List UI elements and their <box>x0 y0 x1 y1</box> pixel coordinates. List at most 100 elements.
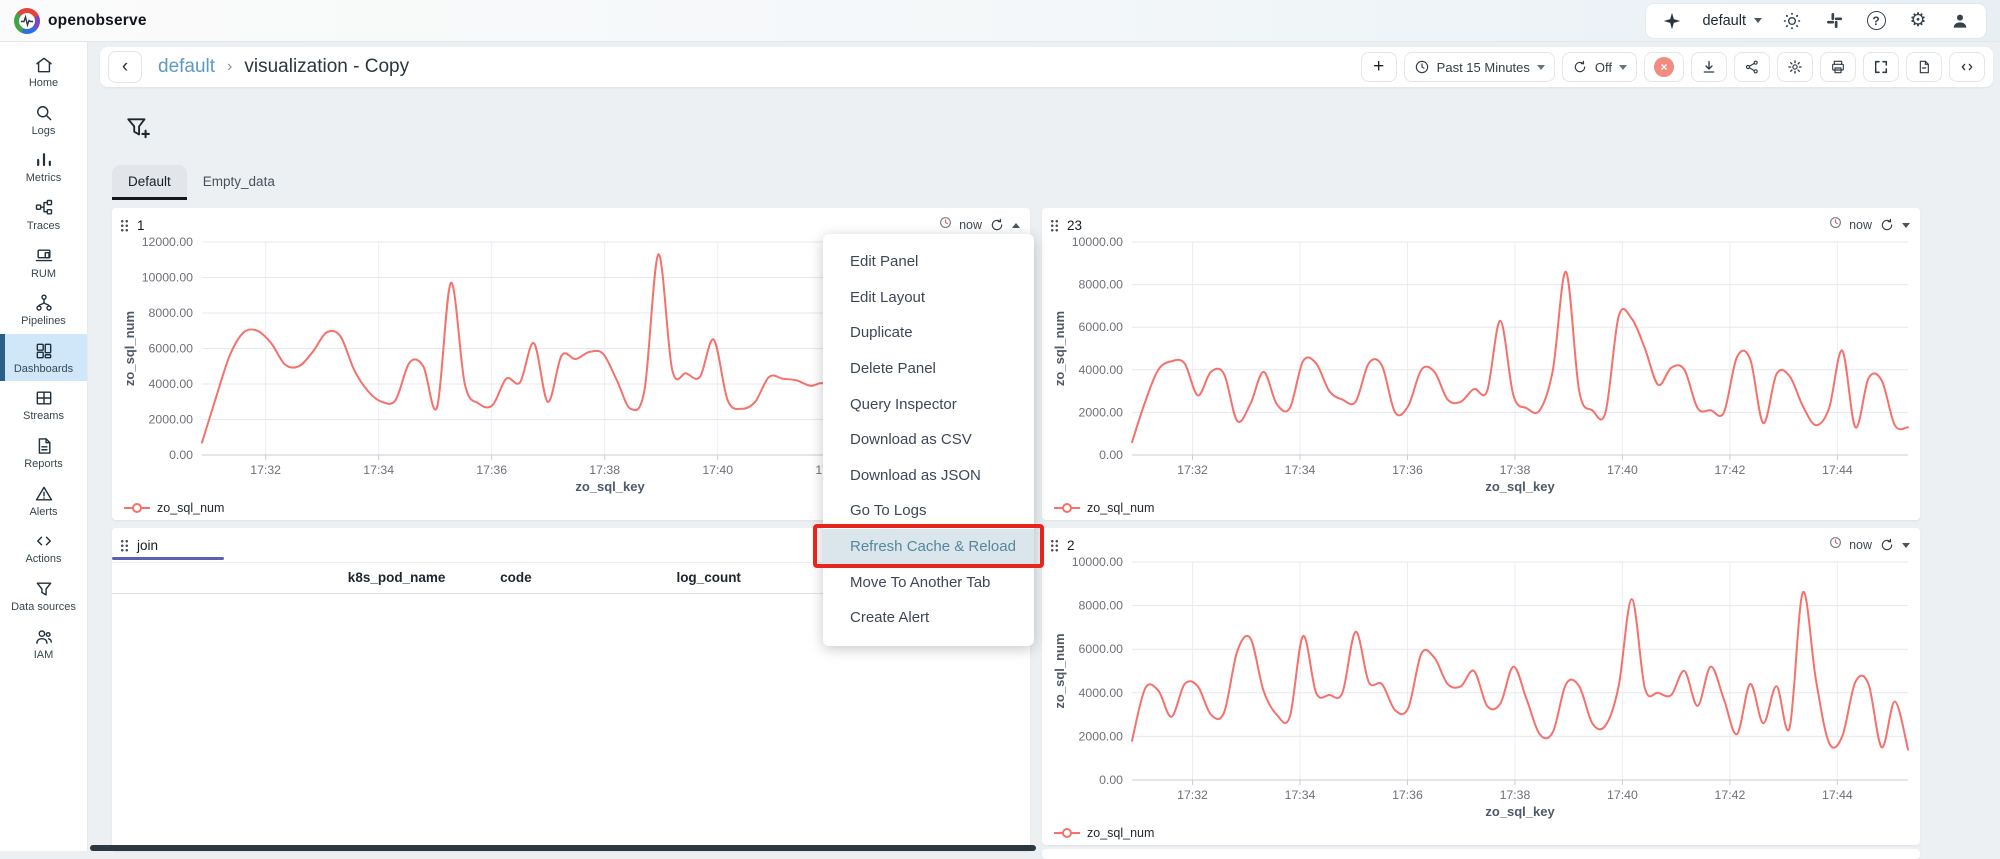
drag-handle-icon[interactable] <box>120 538 129 552</box>
back-button[interactable]: ‹ <box>108 51 142 83</box>
panel-1-controls[interactable]: now <box>939 216 1020 234</box>
sidebar-item-iam[interactable]: IAM <box>0 620 87 668</box>
org-selector-value: default <box>1702 12 1746 29</box>
svg-text:17:36: 17:36 <box>476 463 507 477</box>
chevron-down-icon[interactable] <box>1902 222 1910 228</box>
openobserve-logo[interactable]: openobserve <box>14 7 147 34</box>
dashboard-toolbar: + Past 15 Minutes Off × <box>1360 52 1985 82</box>
svg-text:2000.00: 2000.00 <box>1079 729 1124 743</box>
file-icon <box>1916 59 1932 75</box>
dashboards-icon <box>34 341 54 361</box>
auto-refresh-button[interactable]: Off <box>1561 52 1637 82</box>
code-icon <box>1959 59 1975 75</box>
slack-icon[interactable] <box>1822 9 1846 33</box>
chevron-left-icon: ‹ <box>121 56 129 77</box>
drag-handle-icon[interactable] <box>1050 218 1059 232</box>
sidebar-item-label: Metrics <box>25 172 62 185</box>
panel-2: 2 now 0.00 2000.00 4000.00 6000.00 8000.00 10… <box>1042 528 1920 845</box>
sidebar-item-alerts[interactable]: Alerts <box>0 477 87 525</box>
sidebar-item-label: Logs <box>31 124 56 137</box>
sidebar-item-actions[interactable]: Actions <box>0 524 87 572</box>
time-range-button[interactable]: Past 15 Minutes <box>1403 52 1555 82</box>
menu-item-edit-panel[interactable]: Edit Panel <box>823 244 1034 280</box>
svg-text:17:42: 17:42 <box>1715 788 1746 802</box>
sidebar-item-rum[interactable]: RUM <box>0 239 87 287</box>
menu-item-query-inspector[interactable]: Query Inspector <box>823 386 1034 422</box>
chevron-down-icon[interactable] <box>1902 542 1910 548</box>
sidebar-item-label: Data sources <box>11 601 76 614</box>
org-selector[interactable]: default <box>1702 13 1762 29</box>
breadcrumb-org-link[interactable]: default <box>158 56 215 78</box>
refresh-icon <box>1572 59 1588 75</box>
tab-empty-data[interactable]: Empty_data <box>187 165 291 200</box>
svg-text:17:38: 17:38 <box>589 463 620 477</box>
sidebar: Home Logs Metrics Traces RUM Pipelines D… <box>0 42 88 851</box>
sidebar-item-metrics[interactable]: Metrics <box>0 143 87 191</box>
svg-text:zo_sql_num: zo_sql_num <box>122 311 137 386</box>
svg-text:17:34: 17:34 <box>1285 463 1316 477</box>
drag-handle-icon[interactable] <box>1050 538 1059 552</box>
openobserve-logo-icon <box>14 7 40 34</box>
cached-clock-icon <box>1829 216 1842 234</box>
print-button[interactable] <box>1820 52 1856 82</box>
export-file-button[interactable] <box>1906 52 1942 82</box>
svg-text:4000.00: 4000.00 <box>1079 363 1124 377</box>
menu-item-move-to-another-tab[interactable]: Move To Another Tab <box>823 564 1034 600</box>
sidebar-item-pipelines[interactable]: Pipelines <box>0 286 87 334</box>
sidebar-item-streams[interactable]: Streams <box>0 381 87 429</box>
sidebar-item-data-sources[interactable]: Data sources <box>0 572 87 620</box>
menu-item-refresh-cache-reload[interactable]: Refresh Cache & Reload <box>823 528 1034 565</box>
theme-icon[interactable] <box>1780 9 1804 33</box>
chevron-up-icon[interactable] <box>1012 222 1020 228</box>
menu-item-download-as-csv[interactable]: Download as CSV <box>823 422 1034 458</box>
legend-item[interactable]: zo_sql_num <box>1054 501 1154 515</box>
refresh-icon[interactable] <box>989 217 1005 233</box>
export-download-button[interactable] <box>1691 52 1727 82</box>
query-code-button[interactable] <box>1949 52 1985 82</box>
add-panel-button[interactable]: + <box>1360 52 1397 82</box>
download-icon <box>1701 59 1717 75</box>
actions-icon <box>34 531 54 551</box>
sidebar-item-reports[interactable]: Reports <box>0 429 87 477</box>
panel-time-label: now <box>1849 538 1872 552</box>
menu-item-duplicate[interactable]: Duplicate <box>823 315 1034 351</box>
menu-item-create-alert[interactable]: Create Alert <box>823 600 1034 636</box>
svg-text:17:32: 17:32 <box>1177 463 1208 477</box>
dashboard-settings-button[interactable] <box>1777 52 1813 82</box>
refresh-icon[interactable] <box>1879 217 1895 233</box>
svg-text:17:40: 17:40 <box>1607 788 1638 802</box>
sidebar-item-label: Pipelines <box>21 315 66 328</box>
gear-icon[interactable]: ⚙ <box>1906 9 1930 33</box>
menu-item-edit-layout[interactable]: Edit Layout <box>823 280 1034 316</box>
sidebar-item-label: Dashboards <box>13 362 74 375</box>
fullscreen-icon <box>1873 59 1889 75</box>
sidebar-item-home[interactable]: Home <box>0 48 87 96</box>
legend-item[interactable]: zo_sql_num <box>1054 826 1154 840</box>
share-button[interactable] <box>1734 52 1770 82</box>
drag-handle-icon[interactable] <box>120 218 129 232</box>
add-filter-button[interactable] <box>122 112 154 144</box>
refresh-icon[interactable] <box>1879 537 1895 553</box>
help-icon[interactable]: ? <box>1864 9 1888 33</box>
sidebar-item-dashboards[interactable]: Dashboards <box>0 333 87 382</box>
sparkle-icon[interactable] <box>1660 9 1684 33</box>
menu-item-delete-panel[interactable]: Delete Panel <box>823 351 1034 387</box>
cancel-query-button[interactable]: × <box>1644 52 1684 82</box>
panel-title: 2 <box>1067 537 1075 553</box>
svg-text:8000.00: 8000.00 <box>149 306 194 320</box>
tab-default[interactable]: Default <box>112 165 187 200</box>
fullscreen-button[interactable] <box>1863 52 1899 82</box>
menu-item-download-as-json[interactable]: Download as JSON <box>823 458 1034 494</box>
menu-item-go-to-logs[interactable]: Go To Logs <box>823 493 1034 529</box>
panel-2-controls[interactable]: now <box>1829 536 1910 554</box>
user-icon[interactable] <box>1948 9 1972 33</box>
legend-item[interactable]: zo_sql_num <box>124 501 224 515</box>
svg-text:17:34: 17:34 <box>1285 788 1316 802</box>
metrics-icon <box>34 150 54 170</box>
sidebar-item-logs[interactable]: Logs <box>0 96 87 144</box>
sidebar-item-traces[interactable]: Traces <box>0 191 87 239</box>
streams-icon <box>34 388 54 408</box>
panel-23-controls[interactable]: now <box>1829 216 1910 234</box>
panel-time-label: now <box>1849 218 1872 232</box>
panel-loading-bar <box>112 557 224 560</box>
